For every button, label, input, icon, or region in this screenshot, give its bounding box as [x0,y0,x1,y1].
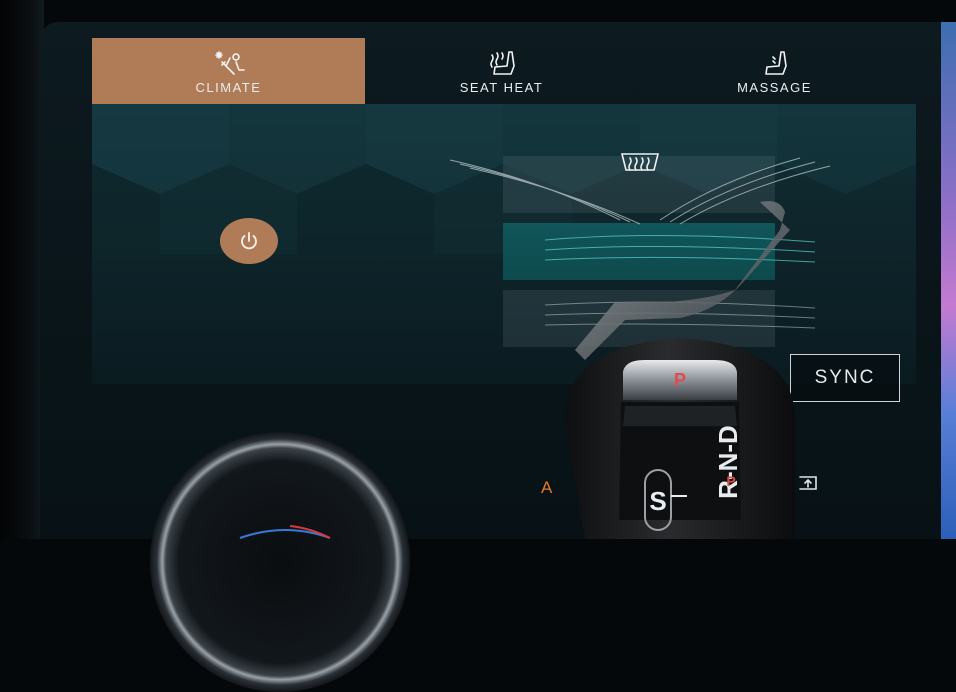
vent-dial-indicator [239,525,331,539]
tab-climate[interactable]: CLIMATE [92,38,365,104]
air-vent-dial[interactable] [150,432,410,692]
climate-icon [214,51,245,75]
tab-massage-label: MASSAGE [737,80,812,95]
tab-massage[interactable]: MASSAGE [638,38,911,104]
park-indicator-label: P [726,473,735,489]
tab-bar: CLIMATE SEAT HEAT MASSAGE [92,38,916,104]
massage-icon [764,51,787,75]
tab-seat-heat-label: SEAT HEAT [459,80,544,95]
seat-heat-icon [489,51,515,75]
park-button-label: P [674,370,686,390]
tab-climate-label: CLIMATE [195,80,262,95]
power-icon [241,232,257,250]
gear-shifter[interactable]: P R-N-D P S [545,190,825,539]
left-bezel [0,0,44,539]
power-button[interactable] [220,218,278,264]
adjacent-display-edge [941,22,956,539]
rear-defrost-icon[interactable] [620,150,660,178]
tab-seat-heat[interactable]: SEAT HEAT [365,38,638,104]
sport-mode-label: S [649,486,666,516]
